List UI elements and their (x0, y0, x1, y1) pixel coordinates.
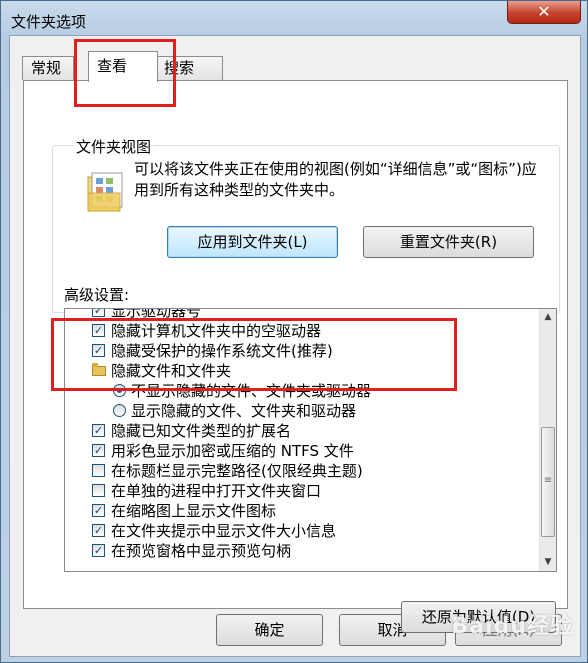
reset-folders-button[interactable]: 重置文件夹(R) (363, 226, 534, 258)
close-button[interactable]: ✕ (507, 1, 581, 24)
folder-view-icon (87, 172, 123, 212)
ok-button[interactable]: 确定 (216, 614, 323, 646)
settings-item[interactable]: ✓ 隐藏已知文件类型的扩展名 (65, 421, 535, 441)
settings-item[interactable]: ✓ 在文件夹提示中显示文件大小信息 (65, 521, 535, 541)
settings-item[interactable]: 在单独的进程中打开文件夹窗口 (65, 481, 535, 501)
apply-to-folders-button[interactable]: 应用到文件夹(L) (167, 226, 338, 258)
settings-item-label: 在预览窗格中显示预览句柄 (111, 542, 292, 560)
window-title: 文件夹选项 (11, 13, 87, 31)
settings-item[interactable]: 显示隐藏的文件、文件夹和驱动器 (65, 401, 535, 421)
settings-item-label: 在标题栏显示完整路径(仅限经典主题) (111, 462, 363, 480)
settings-item[interactable]: ✓ 用彩色显示加密或压缩的 NTFS 文件 (65, 441, 535, 461)
checkbox[interactable] (92, 464, 105, 477)
title-bar[interactable]: 文件夹选项 ✕ (1, 1, 587, 35)
settings-item-label: 显示隐藏的文件、文件夹和驱动器 (131, 402, 357, 420)
advanced-settings-label: 高级设置: (64, 286, 130, 304)
checkbox[interactable]: ✓ (92, 309, 105, 317)
settings-item[interactable]: ✓ 在缩略图上显示文件图标 (65, 501, 535, 521)
settings-item[interactable]: ✓ 在预览窗格中显示预览句柄 (65, 541, 535, 561)
radio-button[interactable] (113, 404, 126, 417)
settings-item[interactable]: 在标题栏显示完整路径(仅限经典主题) (65, 461, 535, 481)
settings-item-label: 在缩略图上显示文件图标 (111, 502, 277, 520)
scroll-down-arrow-icon[interactable]: ▼ (540, 554, 556, 571)
folder-views-title: 文件夹视图 (74, 136, 154, 157)
scroll-thumb[interactable]: ≡ (541, 427, 555, 537)
checkbox[interactable]: ✓ (92, 444, 105, 457)
annotation-box-view-tab (74, 39, 176, 107)
checkbox[interactable]: ✓ (92, 524, 105, 537)
tab-general[interactable]: 常规 (22, 56, 74, 80)
folder-options-window: 文件夹选项 ✕ 常规 查看 搜索 文件夹视图 可以将该文件夹正在使用的视图(例如… (0, 0, 588, 663)
watermark-logo: Baidu经验 (451, 614, 573, 639)
vertical-scrollbar[interactable]: ▲ ≡ ▼ (539, 309, 556, 571)
checkbox[interactable]: ✓ (92, 424, 105, 437)
checkbox[interactable] (92, 484, 105, 497)
settings-item-label: 在文件夹提示中显示文件大小信息 (111, 522, 337, 540)
checkbox[interactable]: ✓ (92, 544, 105, 557)
folder-views-description: 可以将该文件夹正在使用的视图(例如“详细信息”或“图标”)应用到所有这种类型的文… (134, 160, 537, 199)
settings-item-label: 隐藏已知文件类型的扩展名 (111, 422, 292, 440)
settings-item-label: 用彩色显示加密或压缩的 NTFS 文件 (111, 442, 354, 460)
settings-item-label: 在单独的进程中打开文件夹窗口 (111, 482, 322, 500)
annotation-box-hidden-files (51, 318, 457, 391)
checkbox[interactable]: ✓ (92, 504, 105, 517)
scroll-up-arrow-icon[interactable]: ▲ (540, 309, 556, 326)
